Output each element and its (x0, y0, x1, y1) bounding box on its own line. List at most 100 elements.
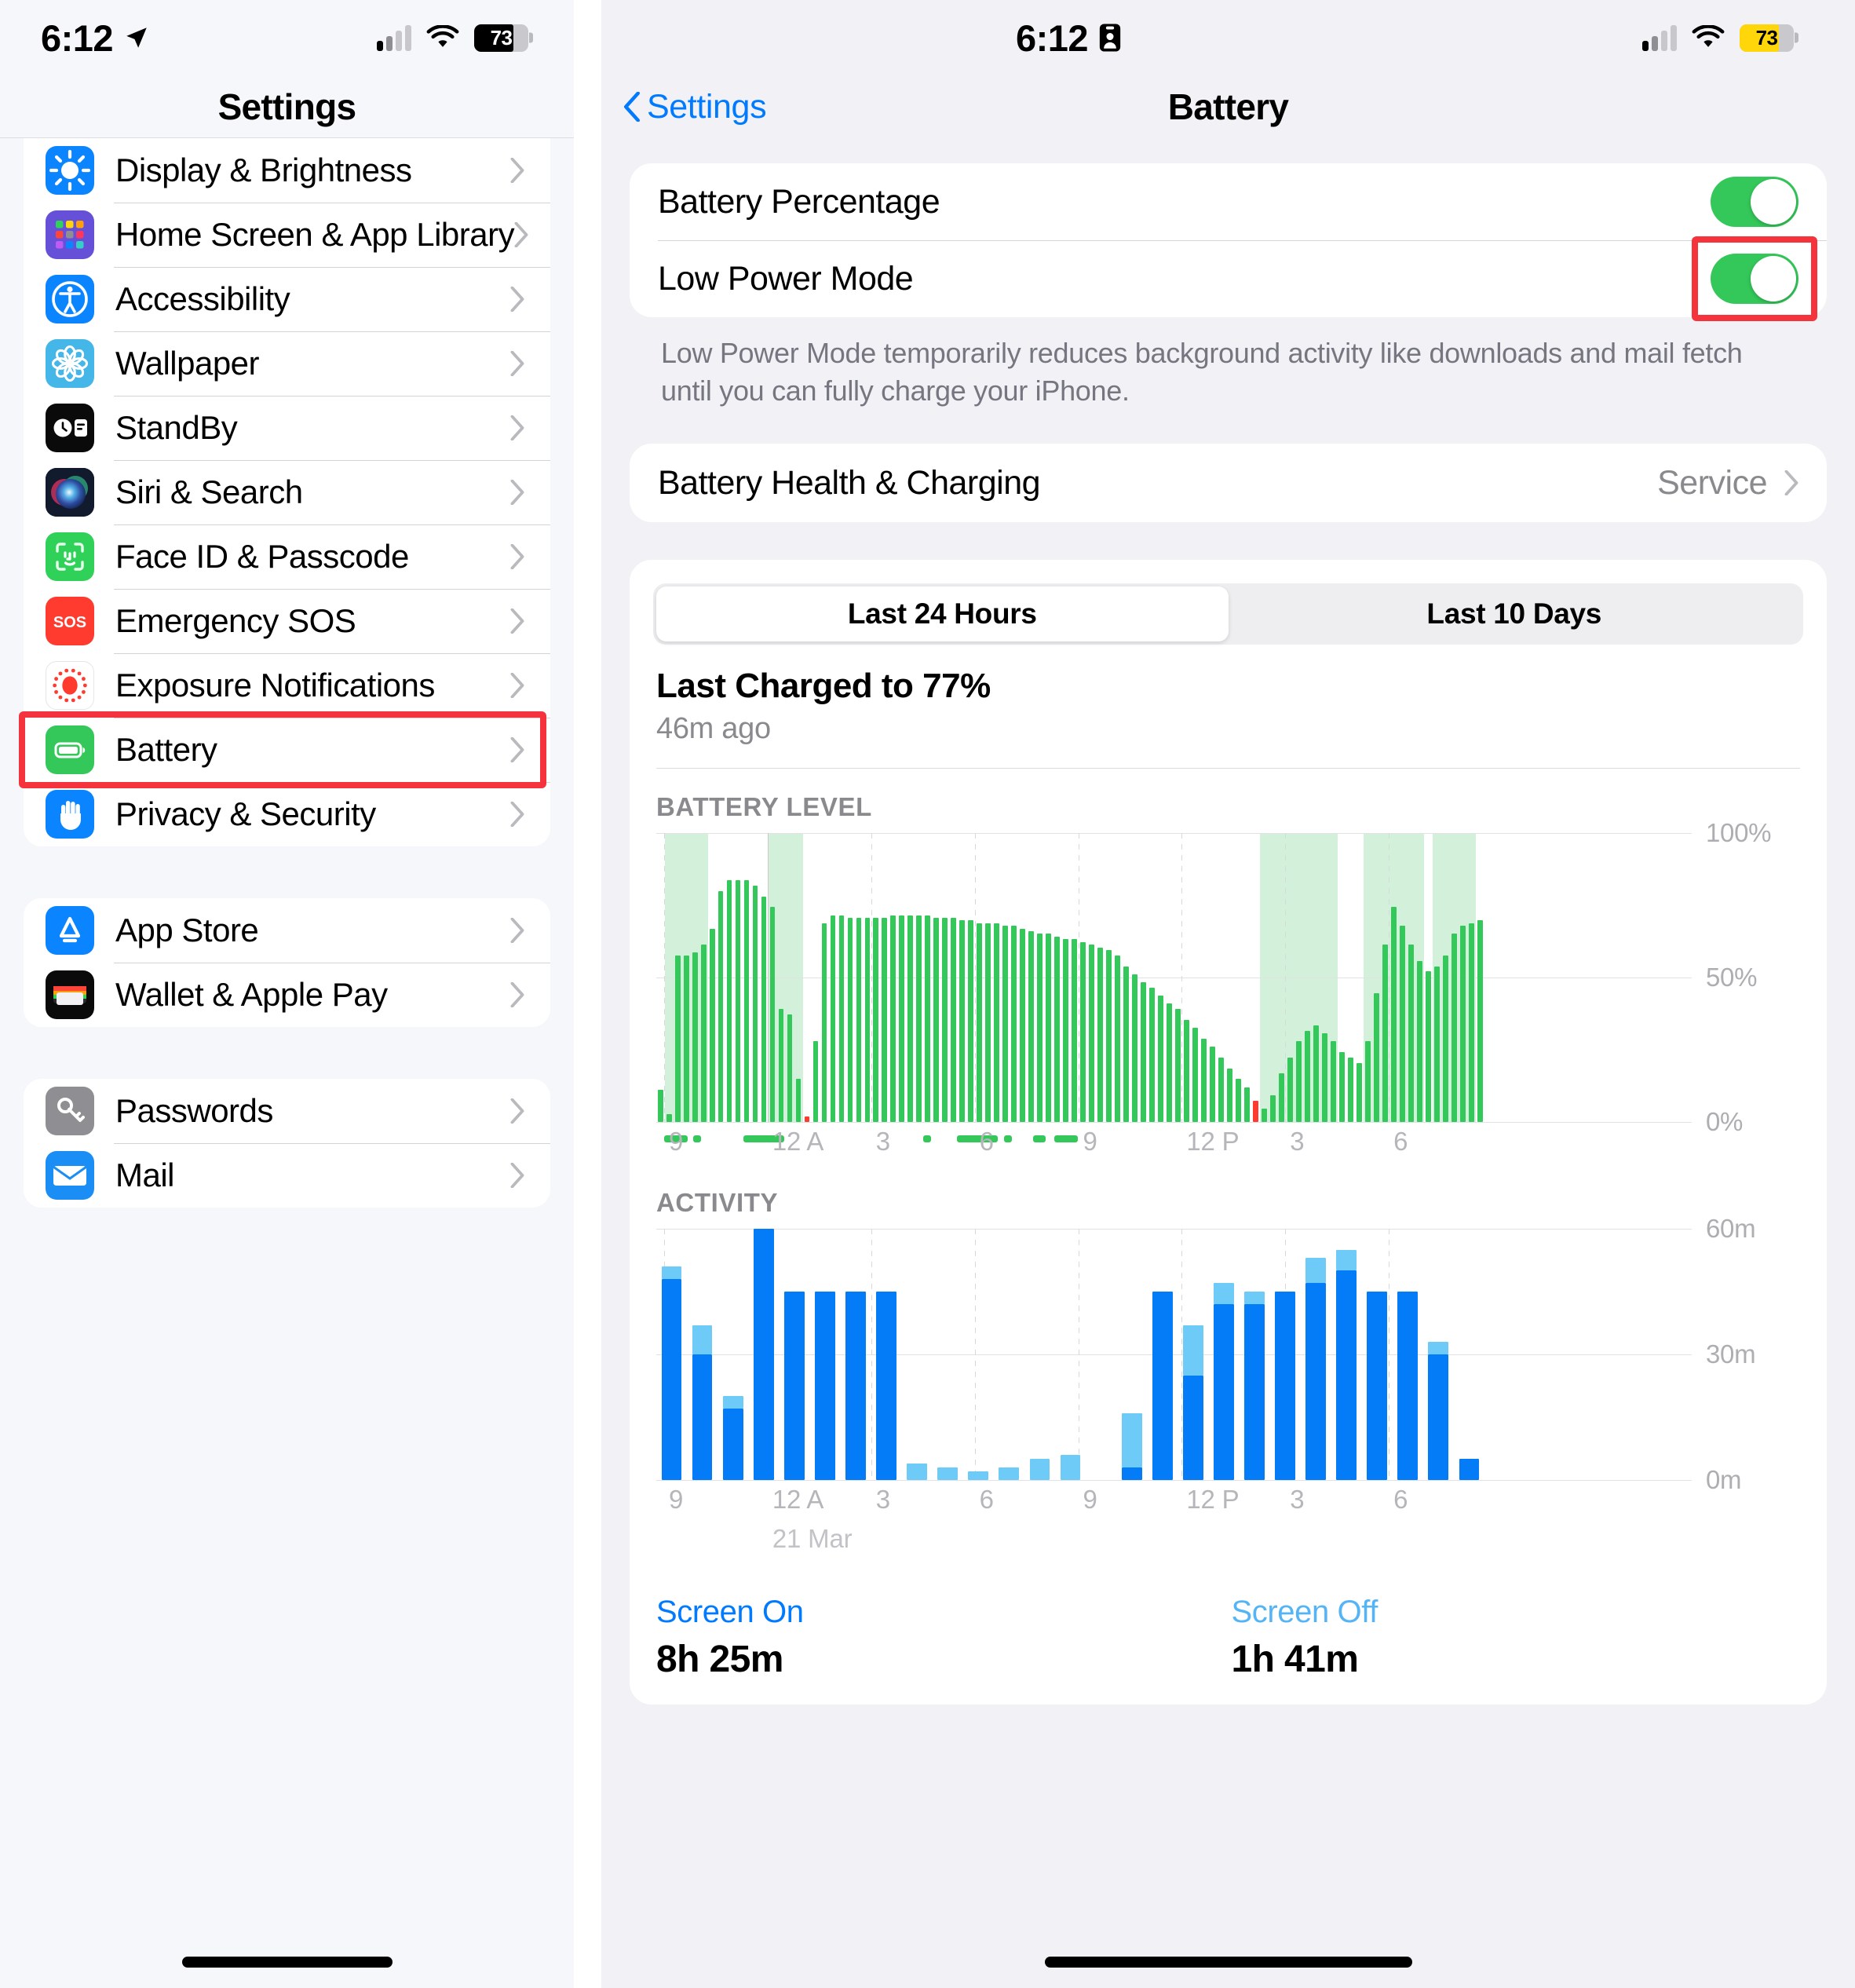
battery-level-bar (1020, 928, 1026, 1123)
activity-bar-screen-on (753, 1229, 774, 1481)
axis-guide (1285, 833, 1287, 1123)
back-to-settings-button[interactable]: Settings (623, 88, 767, 126)
x-axis-tick-label: 9 (1083, 1485, 1097, 1515)
row-battery-health[interactable]: Battery Health & Charging Service (630, 444, 1827, 522)
row-battery-percentage[interactable]: Battery Percentage (630, 163, 1827, 240)
settings-row-accessibility[interactable]: Accessibility (24, 267, 550, 331)
chevron-right-icon (510, 737, 524, 762)
battery-level-bar (743, 880, 750, 1123)
battery-level-bar (1451, 934, 1457, 1123)
battery-level-bar (838, 915, 845, 1123)
activity-bar-screen-off (1428, 1342, 1449, 1355)
settings-row-standby[interactable]: StandBy (24, 396, 550, 460)
x-axis-tick-label: 12 A (772, 1485, 824, 1515)
segment-last-10-days[interactable]: Last 10 Days (1229, 587, 1801, 641)
screen-on-value: 8h 25m (656, 1639, 783, 1681)
battery-level-bar (1390, 907, 1397, 1123)
settings-row-exposure-notifications[interactable]: Exposure Notifications (24, 653, 550, 718)
right-status-bar: 6:12 73 (601, 0, 1855, 75)
activity-bar-screen-off (1336, 1249, 1357, 1271)
settings-row-home-screen-app-library[interactable]: Home Screen & App Library (24, 203, 550, 267)
battery-level-bar (1382, 945, 1388, 1123)
status-bar-time-group: 6:12 (41, 16, 150, 60)
battery-level-bar (1347, 1057, 1353, 1123)
row-low-power-mode[interactable]: Low Power Mode (630, 240, 1827, 317)
battery-level-bar (1175, 1009, 1181, 1123)
wallpaper-icon (46, 339, 94, 388)
screen-on-label: Screen On (656, 1595, 804, 1630)
emergency-sos-icon: SOS (46, 597, 94, 645)
battery-level-bar (1037, 934, 1043, 1123)
battery-level-bar (700, 945, 707, 1123)
settings-row-wallet-apple-pay[interactable]: Wallet & Apple Pay (24, 963, 550, 1027)
battery-percentage-toggle[interactable] (1711, 177, 1798, 227)
battery-percent-label: 73 (490, 25, 513, 49)
battery-level-bar (812, 1041, 819, 1123)
settings-row-wallpaper[interactable]: Wallpaper (24, 331, 550, 396)
activity-bar-screen-on (1428, 1354, 1449, 1481)
settings-row-label: Battery (115, 731, 217, 768)
activity-bar-screen-on (783, 1292, 805, 1481)
battery-level-bar (1227, 1068, 1232, 1123)
x-axis-tick-label: 3 (1290, 1485, 1305, 1515)
settings-row-face-id-passcode[interactable]: Face ID & Passcode (24, 524, 550, 589)
battery-level-bar (795, 1079, 802, 1123)
settings-row-mail[interactable]: Mail (24, 1143, 550, 1208)
battery-level-bar (985, 923, 991, 1123)
battery-level-bar (1364, 1041, 1371, 1123)
settings-row-emergency-sos[interactable]: SOS Emergency SOS (24, 589, 550, 653)
chevron-right-icon (510, 480, 524, 505)
settings-row-passwords[interactable]: Passwords (24, 1079, 550, 1143)
settings-row-label: Home Screen & App Library (115, 216, 515, 253)
settings-row-display-brightness[interactable]: Display & Brightness (24, 138, 550, 203)
battery-level-bar (1270, 1094, 1276, 1123)
axis-guide (974, 833, 976, 1123)
battery-level-bar (1132, 974, 1137, 1123)
battery-level-bar (1244, 1087, 1250, 1123)
settings-row-app-store[interactable]: App Store (24, 898, 550, 963)
battery-health-card: Battery Health & Charging Service (630, 444, 1827, 523)
last-charged-title: Last Charged to 77% (656, 667, 991, 706)
battery-level-bar (769, 907, 776, 1123)
status-bar-time-right: 6:12 (1016, 16, 1089, 59)
chevron-right-icon (514, 222, 528, 247)
activity-chart: 60m 30m 0m (656, 1214, 1800, 1494)
battery-level-bar (1097, 947, 1104, 1123)
battery-level-bar (1262, 1108, 1267, 1123)
segment-last-24-hours[interactable]: Last 24 Hours (656, 587, 1229, 642)
screen-off-block: Screen Off 1h 41m (1232, 1595, 1801, 1681)
battery-level-bar (1063, 939, 1069, 1123)
battery-level-bar (1442, 955, 1448, 1123)
time-range-segmented-control[interactable]: Last 24 Hours Last 10 Days (653, 583, 1803, 645)
right-status-icons: 73 (1642, 24, 1798, 52)
activity-bar-screen-on (1336, 1270, 1357, 1481)
chevron-right-icon (510, 287, 524, 312)
settings-row-privacy-security[interactable]: Privacy & Security (24, 782, 550, 846)
battery-level-xaxis: 9 12 A 3 6 9 12 P 3 6 (656, 1122, 1800, 1164)
activity-bar-screen-on (1152, 1292, 1173, 1481)
settings-navbar: Settings (0, 75, 574, 138)
axis-guide (664, 833, 665, 1123)
battery-level-bar (1313, 1025, 1319, 1123)
settings-list[interactable]: Display & Brightness Home Screen & App L… (0, 138, 574, 1988)
activity-bar-screen-off (999, 1467, 1020, 1481)
y-axis-tick-label: 50% (1706, 963, 1758, 992)
battery-level-bar (674, 955, 681, 1123)
settings-row-label: Siri & Search (115, 473, 303, 510)
settings-row-battery[interactable]: Battery (24, 718, 550, 782)
face-id-icon (46, 532, 94, 581)
settings-row-label: Display & Brightness (115, 152, 412, 188)
x-axis-tick-label: 3 (1290, 1127, 1305, 1157)
battery-level-bar (1184, 1019, 1189, 1123)
low-power-mode-toggle[interactable] (1711, 254, 1798, 304)
battery-level-bar (1002, 926, 1009, 1123)
toggles-card: Battery Percentage Low Power Mode (630, 163, 1827, 317)
usage-legend: Screen On 8h 25m Screen Off 1h 41m (656, 1595, 1800, 1681)
privacy-security-icon (46, 790, 94, 839)
gridline (656, 833, 1692, 835)
settings-row-label: Passwords (115, 1092, 273, 1129)
settings-row-siri-search[interactable]: Siri & Search (24, 460, 550, 524)
app-store-icon (46, 906, 94, 955)
settings-panel: 6:12 73 Settings Display & Brightness Ho… (0, 0, 574, 1988)
screenshot-stage: 6:12 73 Settings Display & Brightness Ho… (0, 0, 1855, 1988)
